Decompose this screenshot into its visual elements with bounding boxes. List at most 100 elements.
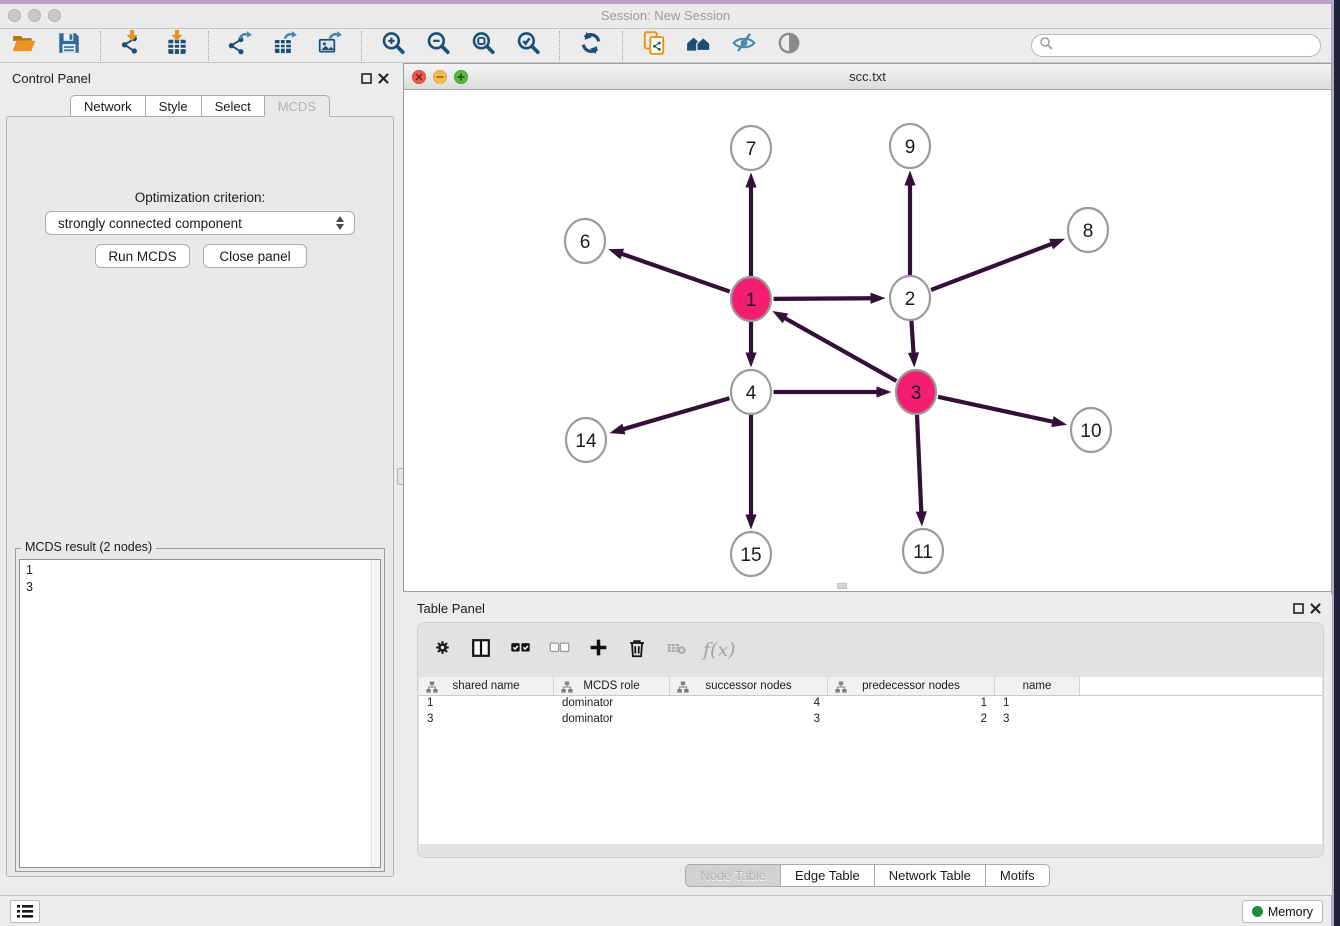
unselect-all-columns-button[interactable] — [547, 637, 571, 663]
show-columns-button[interactable] — [469, 637, 493, 663]
memory-status-icon — [1252, 906, 1263, 917]
edge-arrowhead — [877, 386, 892, 397]
column-header-shared-name[interactable]: shared name — [419, 677, 554, 695]
table-cell: 3 — [670, 712, 828, 728]
export-table-icon — [272, 30, 298, 61]
hide-show-button[interactable] — [730, 32, 758, 60]
graph-edge[interactable] — [619, 253, 729, 292]
search-input[interactable] — [1031, 34, 1321, 57]
node-table[interactable]: shared nameMCDS role successor nodes prede… — [419, 677, 1322, 844]
contrast-icon — [776, 30, 802, 61]
zoom-fit-button[interactable] — [469, 32, 497, 60]
graph-edge[interactable] — [917, 414, 921, 514]
eye-slash-icon — [731, 30, 757, 61]
table-panel-float-button[interactable] — [1292, 602, 1305, 615]
tab-edge-table[interactable]: Edge Table — [780, 864, 875, 887]
contrast-button[interactable] — [775, 32, 803, 60]
graph-edge[interactable] — [773, 298, 873, 299]
control-panel-float-button[interactable] — [360, 72, 373, 85]
import-table-icon — [164, 30, 190, 61]
run-mcds-button[interactable]: Run MCDS — [95, 244, 190, 268]
close-panel-button[interactable]: Close panel — [203, 244, 307, 268]
node-label: 10 — [1080, 421, 1101, 442]
table-cell: 1 — [995, 696, 1080, 712]
home-button[interactable] — [685, 32, 713, 60]
select-all-columns-button[interactable] — [508, 637, 532, 663]
task-history-button[interactable] — [10, 900, 40, 923]
zoom-in-button[interactable] — [379, 32, 407, 60]
shared-column-icon — [561, 681, 573, 696]
result-line: 3 — [26, 579, 374, 596]
zoom-fit-icon — [470, 30, 496, 61]
node-label: 9 — [905, 137, 916, 158]
export-network-button[interactable] — [226, 32, 254, 60]
edge-arrowhead — [608, 249, 624, 260]
import-table-button[interactable] — [163, 32, 191, 60]
export-table-button[interactable] — [271, 32, 299, 60]
delete-column-button[interactable] — [625, 637, 649, 663]
column-label: name — [1023, 680, 1052, 692]
window-titlebar: Session: New Session — [0, 0, 1331, 29]
graph-edge[interactable] — [911, 320, 913, 355]
table-body: 1dominator4113dominator323 — [419, 696, 1322, 728]
memory-button[interactable]: Memory — [1242, 900, 1323, 923]
tab-style[interactable]: Style — [145, 95, 202, 117]
toolbar-separator — [361, 31, 362, 61]
import-network-button[interactable] — [118, 32, 146, 60]
save-icon — [56, 30, 82, 61]
edge-arrowhead — [610, 424, 626, 435]
network-canvas[interactable]: 7968124314101511 — [404, 90, 1331, 591]
column-header-predecessor-nodes[interactable]: predecessor nodes — [828, 677, 995, 695]
tab-network[interactable]: Network — [70, 95, 146, 117]
zoom-selected-button[interactable] — [514, 32, 542, 60]
result-line: 1 — [26, 562, 374, 579]
node-label: 7 — [746, 139, 757, 160]
graph-edge[interactable] — [931, 243, 1054, 290]
control-panel-title: Control Panel — [12, 71, 91, 86]
mcds-result-textarea[interactable]: 13 — [19, 559, 381, 868]
column-label: successor nodes — [705, 680, 791, 692]
main-toolbar — [0, 29, 1331, 63]
zoom-out-button[interactable] — [424, 32, 452, 60]
canvas-hscrollbar[interactable] — [837, 583, 847, 589]
export-image-button[interactable] — [316, 32, 344, 60]
tab-mcds[interactable]: MCDS — [264, 95, 330, 117]
control-panel: Control Panel NetworkStyleSelectMCDS Opt… — [0, 63, 400, 895]
graph-edge[interactable] — [783, 317, 897, 381]
create-column-button[interactable] — [586, 637, 610, 663]
copy-network-button[interactable] — [640, 32, 668, 60]
delete-table-icon — [666, 637, 687, 663]
open-file-button[interactable] — [10, 32, 38, 60]
table-row[interactable]: 1dominator411 — [419, 696, 1322, 712]
criterion-select[interactable]: strongly connected component — [45, 211, 355, 235]
node-label: 8 — [1083, 221, 1094, 242]
tab-network-table[interactable]: Network Table — [874, 864, 986, 887]
edge-arrowhead — [745, 173, 756, 188]
result-scrollbar[interactable] — [371, 560, 380, 867]
graph-edge[interactable] — [938, 397, 1055, 422]
table-cell: 1 — [828, 696, 995, 712]
table-row[interactable]: 3dominator323 — [419, 712, 1322, 728]
graph-edge[interactable] — [621, 398, 729, 430]
node-label: 15 — [740, 545, 761, 566]
node-table-container: f(x) shared nameMCDS rolesuccessor nodes… — [417, 622, 1324, 858]
table-settings-button[interactable] — [430, 637, 454, 663]
shared-column-icon — [426, 681, 438, 696]
zoom-out-icon — [425, 30, 451, 61]
tab-node-table[interactable]: Node Table — [685, 864, 781, 887]
tab-motifs[interactable]: Motifs — [985, 864, 1050, 887]
network-window-titlebar[interactable]: scc.txt — [404, 64, 1331, 90]
save-session-button[interactable] — [55, 32, 83, 60]
refresh-layout-button[interactable] — [577, 32, 605, 60]
mcds-result-groupbox: MCDS result (2 nodes) 13 — [15, 548, 385, 872]
folder-open-icon — [11, 30, 37, 61]
plus-icon — [588, 637, 609, 663]
copy-network-icon — [641, 30, 667, 61]
table-panel-close-icon[interactable] — [1309, 602, 1322, 615]
tab-select[interactable]: Select — [201, 95, 265, 117]
column-header-mcds-role[interactable]: MCDS role — [554, 677, 670, 695]
toolbar-separator — [622, 31, 623, 61]
column-header-successor-nodes[interactable]: successor nodes — [670, 677, 828, 695]
column-header-name[interactable]: name — [995, 677, 1080, 695]
control-panel-close-icon[interactable] — [377, 72, 390, 85]
